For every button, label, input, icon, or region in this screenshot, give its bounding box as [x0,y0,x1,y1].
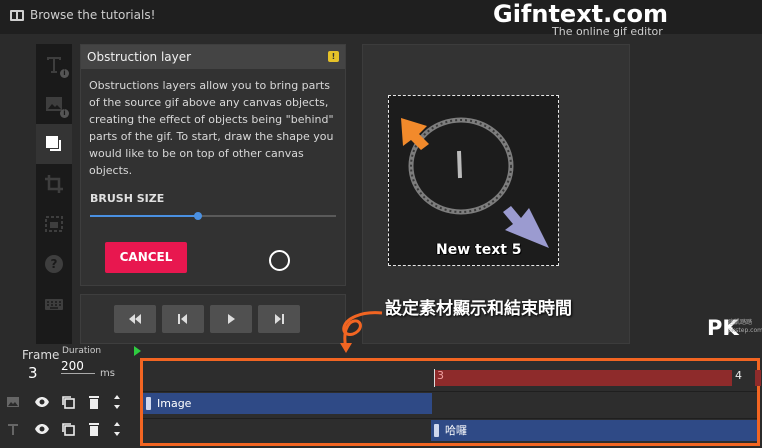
play-icon [228,314,235,324]
annotation-callout: 設定素材顯示和結束時間 [385,299,572,319]
svg-text:?: ? [51,257,58,271]
brand-tagline: The online gif editor [552,25,663,38]
help-icon: ? [45,255,63,273]
skip-back-icon [178,314,187,324]
obstruction-icon [46,136,61,151]
crop-tool[interactable] [36,164,72,204]
reorder-arrows-icon[interactable] [112,394,122,410]
watermark-sub-2: pkstep.com [728,327,762,334]
playback-controls [80,294,346,344]
cancel-button[interactable]: CANCEL [105,242,187,273]
next-frame-button[interactable] [258,305,300,333]
brush-size-label: BRUSH SIZE [90,192,165,205]
obstruction-panel: Obstruction layer ! Obstructions layers … [80,44,346,286]
layer-row-controls-image [0,389,135,415]
gif-canvas[interactable]: New text 5 [388,95,559,266]
canvas-text-object[interactable]: New text 5 [436,242,522,258]
region-icon [45,216,63,232]
frame-range-row: 3 4 [143,364,761,390]
slider-handle[interactable] [194,212,203,220]
panel-title: Obstruction layer [87,50,192,64]
keyboard-icon [45,299,63,310]
info-badge-icon: i [60,69,69,78]
brush-size-slider[interactable] [90,212,336,220]
duration-input[interactable]: 200 [61,359,95,374]
keyboard-tool[interactable] [36,284,72,324]
duration-unit: ms [100,368,115,379]
frame-number: 3 [28,364,38,382]
range-end-label: 4 [735,369,742,382]
brush-preview-circle [269,250,290,271]
delete-trash-icon[interactable] [86,394,102,410]
brand-logo[interactable]: Gifntext.com [493,0,668,28]
layer-track-text: 哈囉 [143,418,757,444]
crop-icon [45,175,63,193]
delete-trash-icon[interactable] [86,421,102,437]
slider-fill [90,215,199,217]
text-layer-icon [8,424,18,435]
rewind-icon [129,314,141,324]
browse-label: Browse the tutorials! [30,8,156,22]
obstruction-tool[interactable] [36,124,72,164]
playhead-marker-icon[interactable] [134,346,141,356]
image-clip[interactable]: Image [143,393,432,414]
warning-icon[interactable]: ! [328,51,339,62]
duplicate-icon[interactable] [60,421,76,437]
visibility-eye-icon[interactable] [34,394,50,410]
rewind-button[interactable] [114,305,156,333]
range-start-label: 3 [437,369,444,382]
duplicate-icon[interactable] [60,394,76,410]
timeline: 3 4 Image 哈囉 [140,358,761,446]
panel-description: Obstructions layers allow you to bring p… [89,79,334,177]
info-badge-icon: i [60,109,69,118]
text-clip[interactable]: 哈囉 [431,420,757,441]
layer-track-image: Image [143,391,757,417]
visibility-eye-icon[interactable] [34,421,50,437]
tool-strip: i i ? [36,44,72,344]
previous-frame-button[interactable] [162,305,204,333]
top-bar: Browse the tutorials! Gifntext.com The o… [0,0,762,38]
duration-label: Duration [62,346,102,356]
annotation-arrow-icon [340,311,383,353]
layer-row-controls-text [0,416,135,442]
book-icon [10,9,24,21]
range-start-marker[interactable] [434,369,435,387]
watermark-sub: 痞凱踏踏 pkstep.com [728,319,762,335]
range-end-segment[interactable] [755,370,761,386]
select-region-tool[interactable] [36,204,72,244]
image-layer-icon [7,397,19,407]
reorder-arrows-icon[interactable] [112,421,122,437]
gif-frame-image [401,117,549,248]
help-tool[interactable]: ? [36,244,72,284]
image-tool[interactable]: i [36,84,72,124]
browse-tutorials-link[interactable]: Browse the tutorials! [10,8,155,22]
text-tool[interactable]: i [36,44,72,84]
frame-label: Frame [22,348,60,362]
play-button[interactable] [210,305,252,333]
watermark-sub-1: 痞凱踏踏 [728,319,753,326]
selected-frame-range[interactable] [435,370,732,386]
panel-header: Obstruction layer ! [81,45,345,69]
skip-forward-icon [275,314,284,324]
